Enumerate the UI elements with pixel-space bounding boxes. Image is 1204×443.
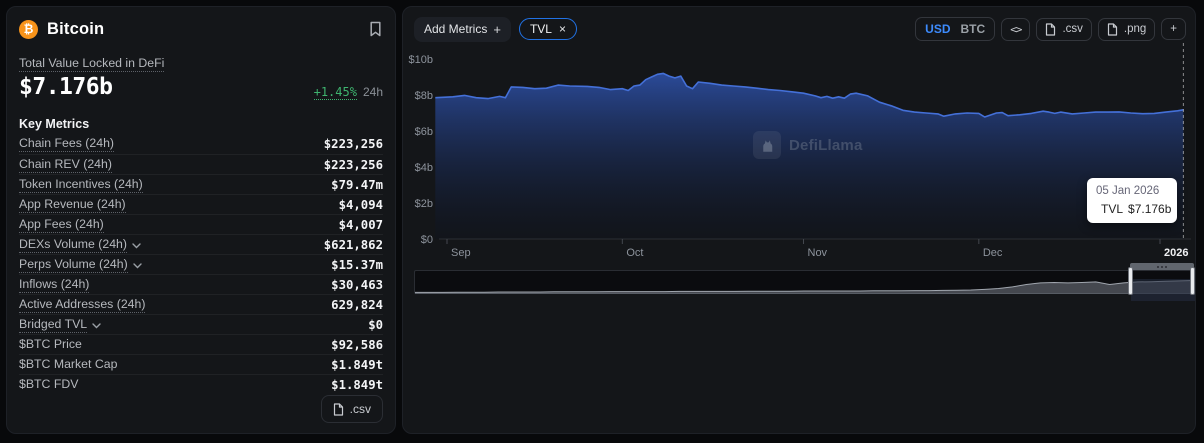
metric-label[interactable]: Token Incentives (24h) xyxy=(19,177,143,193)
metric-label[interactable]: Perps Volume (24h) xyxy=(19,257,142,273)
metric-label[interactable]: $BTC Market Cap xyxy=(19,357,117,372)
svg-text:$2b: $2b xyxy=(415,198,433,210)
tvl-area-chart[interactable]: $10b$8b$6b$4b$2b$0SepOctNovDec2026 DefiL… xyxy=(403,37,1196,277)
token-title: Bitcoin xyxy=(47,20,104,39)
svg-text:2026: 2026 xyxy=(1164,247,1188,259)
svg-text:$6b: $6b xyxy=(415,126,433,138)
svg-text:$8b: $8b xyxy=(415,90,433,102)
chevron-down-icon[interactable] xyxy=(92,323,101,329)
chevron-down-icon[interactable] xyxy=(133,263,142,269)
key-metrics-heading: Key Metrics xyxy=(19,117,383,131)
metric-label[interactable]: $BTC Price xyxy=(19,337,82,352)
bookmark-icon[interactable] xyxy=(368,21,383,37)
plus-icon: + xyxy=(1170,23,1177,35)
metric-row: $BTC Market Cap $1.849t xyxy=(19,354,383,374)
metric-value: $621,862 xyxy=(324,238,383,252)
metric-row: DEXs Volume (24h) $621,862 xyxy=(19,234,383,254)
metric-label[interactable]: Inflows (24h) xyxy=(19,277,89,293)
metric-row: Perps Volume (24h) $15.37m xyxy=(19,254,383,274)
metric-label[interactable]: App Revenue (24h) xyxy=(19,197,126,213)
svg-text:Sep: Sep xyxy=(451,247,471,259)
metric-value: $223,256 xyxy=(324,137,383,151)
svg-text:Oct: Oct xyxy=(626,247,643,259)
metric-row: Chain REV (24h) $223,256 xyxy=(19,154,383,174)
tooltip-series: TVL xyxy=(1101,202,1123,216)
time-range-brush[interactable] xyxy=(414,263,1194,295)
tvl-change-badge[interactable]: +1.45% xyxy=(314,85,357,100)
metric-row: Inflows (24h) $30,463 xyxy=(19,274,383,294)
metric-value: $4,094 xyxy=(339,198,383,212)
metric-value: $92,586 xyxy=(331,338,383,352)
metric-value: $79.47m xyxy=(331,178,383,192)
code-icon: <> xyxy=(1010,23,1021,36)
download-csv-button[interactable]: .csv xyxy=(321,395,383,423)
metric-row: $BTC FDV $1.849t xyxy=(19,374,383,394)
file-icon xyxy=(1107,23,1118,36)
tvl-label[interactable]: Total Value Locked in DeFi xyxy=(19,56,383,70)
metric-value: $1.849t xyxy=(331,378,383,392)
currency-btc-button[interactable]: BTC xyxy=(961,22,986,36)
token-summary-card: ₿ Bitcoin Total Value Locked in DeFi $7.… xyxy=(6,6,396,434)
metric-value: $30,463 xyxy=(331,278,383,292)
metric-label[interactable]: Chain REV (24h) xyxy=(19,157,112,173)
svg-text:$10b: $10b xyxy=(409,54,433,66)
tooltip-value: $7.176b xyxy=(1128,202,1171,216)
svg-text:$0: $0 xyxy=(421,234,433,246)
metric-value: $223,256 xyxy=(324,158,383,172)
metric-row: Bridged TVL $0 xyxy=(19,314,383,334)
metric-row: Chain Fees (24h) $223,256 xyxy=(19,134,383,154)
brush-selection[interactable] xyxy=(1131,279,1195,301)
key-metrics-list: Chain Fees (24h) $223,256 Chain REV (24h… xyxy=(19,134,383,394)
close-icon[interactable]: × xyxy=(559,22,566,36)
chevron-down-icon[interactable] xyxy=(132,243,141,249)
brush-handle-left[interactable] xyxy=(1128,267,1133,295)
tvl-period: 24h xyxy=(363,85,383,99)
metric-value: $1.849t xyxy=(331,358,383,372)
svg-text:$4b: $4b xyxy=(415,162,433,174)
chart-tooltip: 05 Jan 2026 TVL $7.176b xyxy=(1087,178,1177,223)
card-header: ₿ Bitcoin xyxy=(19,15,383,43)
brush-track[interactable] xyxy=(414,270,1194,294)
metric-value: 629,824 xyxy=(331,298,383,312)
chart-canvas[interactable]: $10b $8b $6b $4b $2b $0 Sep Oct Nov Dec 2026 xyxy=(403,37,1196,277)
tvl-value-row: $7.176b +1.45% 24h xyxy=(19,74,383,100)
brush-handle-right[interactable] xyxy=(1190,267,1195,295)
file-icon xyxy=(1045,23,1056,36)
tvl-value: $7.176b xyxy=(19,74,112,100)
tooltip-date: 05 Jan 2026 xyxy=(1096,185,1168,197)
file-icon xyxy=(333,403,344,416)
tvl-chart-card: Add Metrics + TVL × USD BTC <> .csv .png xyxy=(402,6,1196,434)
metric-row: App Fees (24h) $4,007 xyxy=(19,214,383,234)
metric-value: $15.37m xyxy=(331,258,383,272)
brush-drag-strip[interactable] xyxy=(1130,263,1194,270)
bitcoin-icon: ₿ xyxy=(19,20,38,39)
metric-row: Token Incentives (24h) $79.47m xyxy=(19,174,383,194)
metric-label[interactable]: Active Addresses (24h) xyxy=(19,297,145,313)
metric-value: $0 xyxy=(368,318,383,332)
svg-text:Nov: Nov xyxy=(808,247,828,259)
metric-row: App Revenue (24h) $4,094 xyxy=(19,194,383,214)
metric-row: Active Addresses (24h) 629,824 xyxy=(19,294,383,314)
svg-text:Dec: Dec xyxy=(983,247,1003,259)
metric-label[interactable]: Chain Fees (24h) xyxy=(19,136,114,152)
metric-value: $4,007 xyxy=(339,218,383,232)
metric-label[interactable]: DEXs Volume (24h) xyxy=(19,237,141,253)
metric-label[interactable]: App Fees (24h) xyxy=(19,217,104,233)
plus-icon: + xyxy=(493,22,501,37)
metric-label[interactable]: Bridged TVL xyxy=(19,317,101,333)
metric-row: $BTC Price $92,586 xyxy=(19,334,383,354)
metric-label[interactable]: $BTC FDV xyxy=(19,377,78,392)
currency-usd-button[interactable]: USD xyxy=(925,22,950,36)
